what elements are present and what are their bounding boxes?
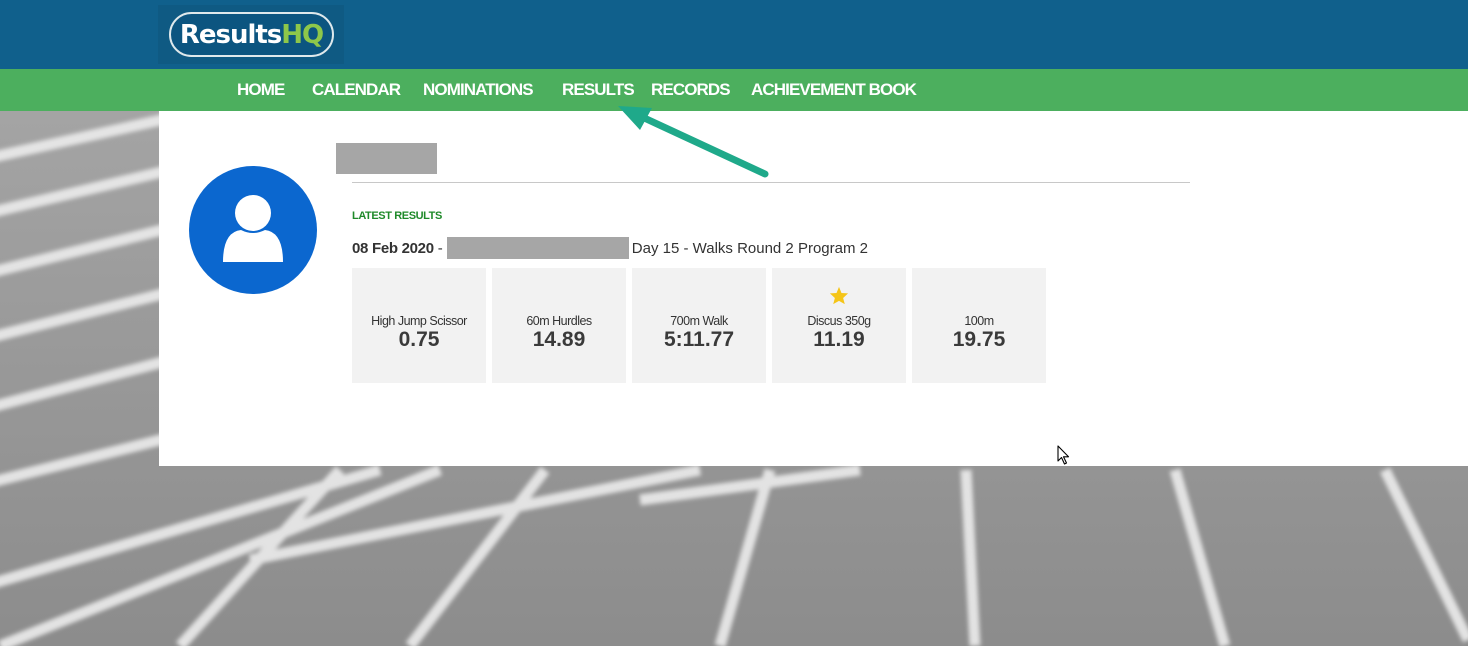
result-event: 100m: [964, 314, 994, 328]
result-event: High Jump Scissor: [371, 314, 467, 328]
nav-records[interactable]: RECORDS: [651, 69, 731, 111]
nav-home[interactable]: HOME: [237, 69, 285, 111]
result-value: 5:11.77: [663, 328, 735, 351]
result-value: 0.75: [398, 328, 440, 351]
athlete-name-redacted: [336, 143, 437, 174]
logo-wordmark: Results HQ: [169, 12, 334, 57]
nav-achievement-book[interactable]: ACHIEVEMENT BOOK: [751, 69, 917, 111]
avatar: [189, 166, 317, 294]
top-header: Results HQ: [0, 0, 1468, 69]
main-nav: HOME CALENDAR NOMINATIONS RESULTS RECORD…: [0, 69, 1468, 111]
latest-results-heading: LATEST RESULTS: [352, 210, 442, 222]
result-card[interactable]: 100m 19.75: [912, 268, 1046, 383]
nav-results[interactable]: RESULTS: [562, 69, 635, 111]
result-event: Discus 350g: [807, 314, 871, 328]
result-card[interactable]: High Jump Scissor 0.75: [352, 268, 486, 383]
result-card[interactable]: Discus 350g 11.19: [772, 268, 906, 383]
meet-date: 08 Feb 2020: [352, 239, 434, 257]
logo-text-results: Results: [179, 19, 282, 50]
meet-name: Day 15 - Walks Round 2 Program 2: [631, 239, 868, 257]
result-event: 700m Walk: [670, 314, 728, 328]
resultshq-logo[interactable]: Results HQ: [158, 5, 344, 64]
star-icon: [829, 286, 849, 305]
meet-separator: -: [437, 239, 443, 257]
logo-text-hq: HQ: [281, 19, 324, 50]
result-value: 14.89: [532, 328, 586, 351]
mouse-cursor-icon: [1057, 445, 1070, 465]
result-card[interactable]: 60m Hurdles 14.89: [492, 268, 626, 383]
meet-venue-redacted: [446, 237, 629, 259]
nav-nominations[interactable]: NOMINATIONS: [423, 69, 534, 111]
nav-calendar[interactable]: CALENDAR: [312, 69, 401, 111]
athlete-profile-panel: LATEST RESULTS 08 Feb 2020 - Day 15 - Wa…: [159, 111, 1468, 466]
result-value: 19.75: [952, 328, 1006, 351]
user-icon: [223, 195, 283, 262]
result-card[interactable]: 700m Walk 5:11.77: [632, 268, 766, 383]
meet-line: 08 Feb 2020 - Day 15 - Walks Round 2 Pro…: [352, 237, 868, 259]
result-value: 11.19: [813, 328, 865, 351]
result-event: 60m Hurdles: [526, 314, 592, 328]
divider: [352, 182, 1190, 183]
